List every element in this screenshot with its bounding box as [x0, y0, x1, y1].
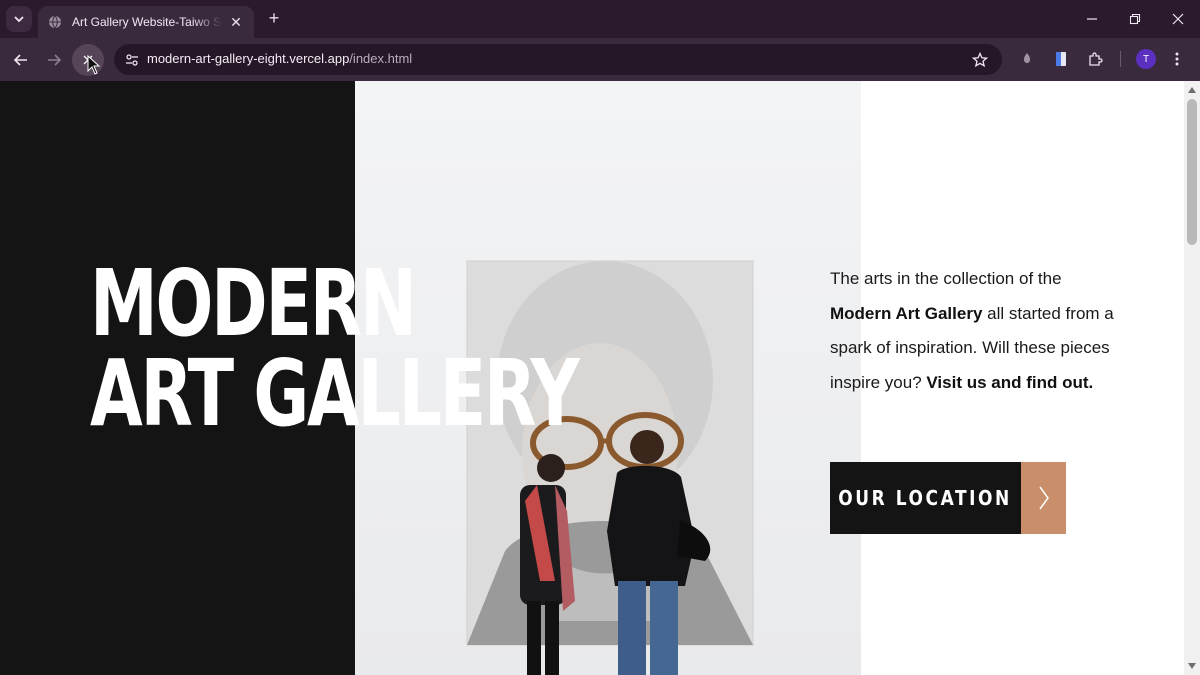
- puzzle-icon: [1089, 52, 1103, 66]
- more-vertical-icon: [1175, 52, 1179, 66]
- back-button[interactable]: [7, 46, 35, 74]
- page-scrollbar[interactable]: [1184, 81, 1200, 675]
- forward-button[interactable]: [40, 46, 68, 74]
- triangle-up-icon: [1188, 87, 1196, 93]
- close-tab-icon[interactable]: ✕: [226, 12, 246, 32]
- tab-title: Art Gallery Website-Taiwo Sharon: [72, 15, 222, 29]
- bookmark-star-button[interactable]: [970, 50, 990, 70]
- our-location-button[interactable]: OUR LOCATION: [830, 462, 1066, 534]
- intro-paragraph: The arts in the collection of the Modern…: [830, 262, 1120, 400]
- address-bar[interactable]: modern-art-gallery-eight.vercel.app/inde…: [114, 44, 1002, 75]
- browser-toolbar: modern-art-gallery-eight.vercel.app/inde…: [0, 38, 1200, 81]
- globe-icon: [49, 15, 61, 29]
- extension-button[interactable]: [1016, 48, 1038, 70]
- active-tab[interactable]: Art Gallery Website-Taiwo Sharon ✕: [38, 6, 254, 38]
- page-viewport: MODERN ART GALLERY The arts in the colle…: [0, 81, 1184, 675]
- restore-icon: [1129, 13, 1141, 25]
- restore-button[interactable]: [1113, 0, 1157, 38]
- our-location-label-box[interactable]: OUR LOCATION: [830, 462, 1021, 534]
- scroll-up-arrow[interactable]: [1184, 83, 1200, 97]
- url-host: modern-art-gallery-eight.vercel.app: [147, 51, 350, 66]
- minimize-button[interactable]: [1070, 0, 1114, 38]
- hero-title: MODERN ART GALLERY: [90, 250, 580, 447]
- intro-highlight-gallery: Modern Art Gallery: [830, 303, 983, 323]
- url-path: /index.html: [349, 51, 413, 66]
- document-extension-button[interactable]: [1050, 48, 1072, 70]
- our-location-arrow[interactable]: [1021, 462, 1066, 534]
- hero-title-line-2: ART GALLERY: [90, 340, 580, 447]
- arrow-left-icon: [13, 54, 27, 66]
- extension-drop-icon: [1024, 53, 1030, 63]
- tab-strip: Art Gallery Website-Taiwo Sharon ✕ +: [0, 0, 1200, 38]
- intro-highlight-visit: Visit us and find out.: [926, 372, 1094, 392]
- url-text: modern-art-gallery-eight.vercel.app/inde…: [147, 51, 412, 66]
- triangle-down-icon: [1188, 663, 1196, 669]
- chevron-down-icon: [14, 16, 24, 23]
- intro-text-1: The arts in the collection of the: [830, 269, 1062, 288]
- our-location-label: OUR LOCATION: [838, 486, 1013, 510]
- tune-icon: [126, 54, 138, 66]
- close-window-button[interactable]: [1156, 0, 1200, 38]
- hero-title-line-1: MODERN: [90, 250, 417, 357]
- site-info-button[interactable]: [120, 48, 144, 72]
- scroll-down-arrow[interactable]: [1184, 659, 1200, 673]
- chevron-right-icon: [1038, 486, 1049, 510]
- minimize-icon: [1087, 18, 1097, 20]
- profile-avatar[interactable]: T: [1136, 49, 1156, 69]
- document-icon: [1056, 52, 1066, 66]
- scrollbar-thumb[interactable]: [1187, 99, 1197, 245]
- star-icon: [972, 52, 988, 68]
- browser-menu-button[interactable]: [1166, 48, 1188, 70]
- tab-search-button[interactable]: [6, 6, 32, 32]
- close-icon: [1172, 13, 1184, 25]
- new-tab-button[interactable]: +: [262, 6, 286, 30]
- toolbar-separator: [1120, 51, 1121, 67]
- mouse-cursor-icon: [87, 55, 101, 75]
- arrow-right-icon: [48, 54, 62, 66]
- extensions-menu-button[interactable]: [1084, 48, 1106, 70]
